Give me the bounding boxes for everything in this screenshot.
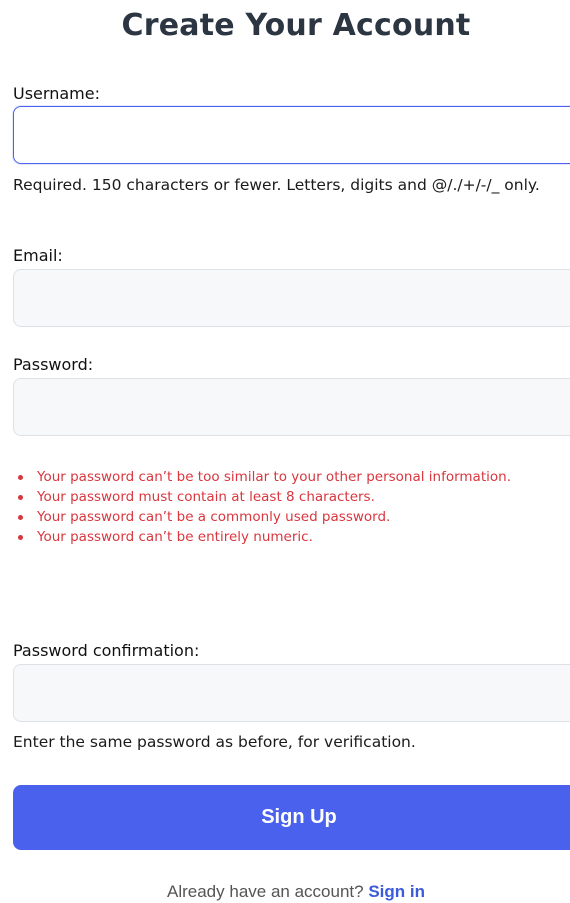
page-title: Create Your Account (121, 8, 471, 43)
password-confirmation-label: Password confirmation: (13, 641, 200, 660)
password-confirmation-help-text: Enter the same password as before, for v… (13, 733, 416, 751)
password-confirmation-input[interactable] (13, 664, 570, 722)
signin-prompt-row: Already have an account? Sign in (0, 882, 570, 902)
password-label: Password: (13, 355, 94, 374)
sign-up-button[interactable]: Sign Up (13, 785, 570, 850)
password-requirement-item: Your password can’t be entirely numeric. (18, 528, 557, 546)
password-requirements-list: Your password can’t be too similar to yo… (13, 468, 557, 548)
username-help-text: Required. 150 characters or fewer. Lette… (13, 176, 540, 194)
username-label: Username: (13, 84, 100, 103)
password-requirement-item: Your password must contain at least 8 ch… (18, 488, 557, 506)
username-input[interactable] (13, 106, 570, 164)
signin-prompt-text: Already have an account? (167, 882, 364, 901)
password-requirement-item: Your password can’t be too similar to yo… (18, 468, 557, 486)
password-requirement-item: Your password can’t be a commonly used p… (18, 508, 557, 526)
sign-in-link[interactable]: Sign in (368, 882, 425, 901)
password-input[interactable] (13, 378, 570, 436)
email-input[interactable] (13, 269, 570, 327)
email-label: Email: (13, 246, 63, 265)
